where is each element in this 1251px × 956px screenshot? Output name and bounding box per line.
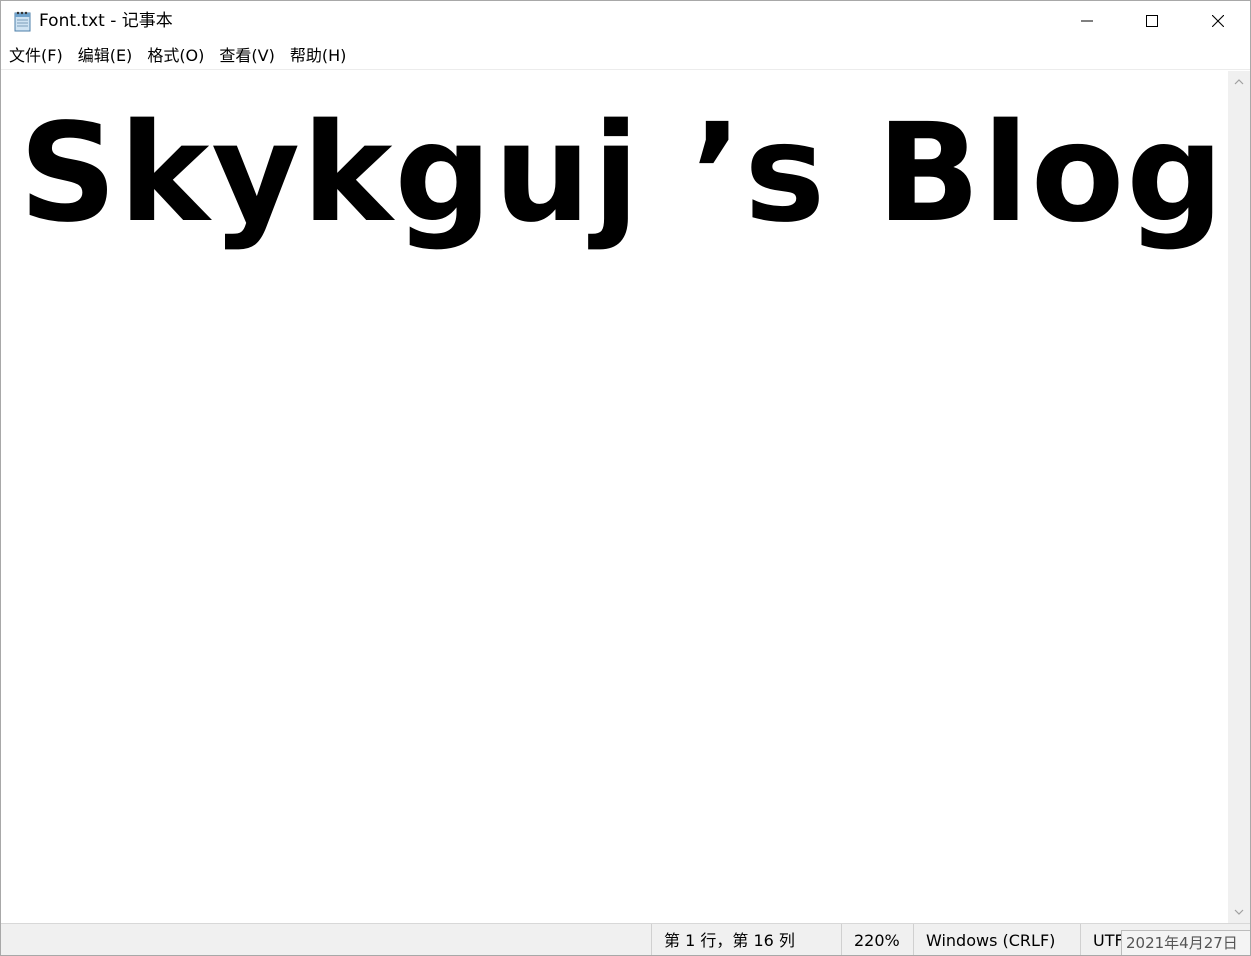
menu-format[interactable]: 格式(O)	[147, 41, 204, 70]
menu-file[interactable]: 文件(F)	[9, 41, 63, 70]
status-zoom: 220%	[841, 924, 913, 955]
close-icon	[1212, 15, 1224, 27]
editor-content[interactable]: Skykguj ’s Blog	[19, 89, 1226, 259]
status-bar: 第 1 行，第 16 列 220% Windows (CRLF) UTF-8	[1, 923, 1250, 955]
menu-bar: 文件(F) 编辑(E) 格式(O) 查看(V) 帮助(H)	[1, 41, 1250, 70]
window-title: Font.txt - 记事本	[39, 11, 173, 31]
chevron-down-icon	[1234, 909, 1244, 915]
status-line-ending: Windows (CRLF)	[913, 924, 1080, 955]
menu-edit[interactable]: 编辑(E)	[78, 41, 133, 70]
vertical-scrollbar[interactable]	[1228, 71, 1250, 923]
maximize-button[interactable]	[1119, 1, 1185, 41]
scroll-up-button[interactable]	[1228, 73, 1250, 91]
notepad-window: Font.txt - 记事本 文件(F) 编辑(E) 格式(O) 查看(V) 帮…	[0, 0, 1251, 956]
minimize-button[interactable]	[1054, 1, 1120, 41]
menu-help[interactable]: 帮助(H)	[290, 41, 347, 70]
menu-view[interactable]: 查看(V)	[219, 41, 274, 70]
status-cursor-position: 第 1 行，第 16 列	[651, 924, 841, 955]
text-editor[interactable]: Skykguj ’s Blog	[1, 71, 1228, 923]
minimize-icon	[1081, 20, 1093, 22]
notepad-icon	[13, 10, 33, 32]
scroll-down-button[interactable]	[1228, 903, 1250, 921]
title-bar[interactable]: Font.txt - 记事本	[1, 1, 1250, 41]
close-button[interactable]	[1185, 1, 1250, 41]
date-label: 2021年4月27日	[1121, 930, 1250, 955]
chevron-up-icon	[1234, 79, 1244, 85]
maximize-icon	[1146, 15, 1158, 27]
